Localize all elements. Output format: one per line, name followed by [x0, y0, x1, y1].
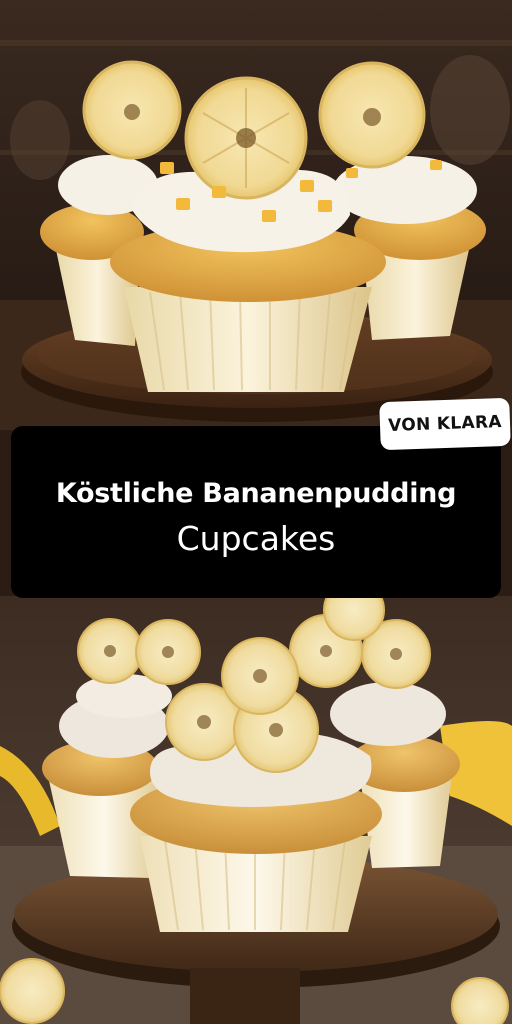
top-cupcake-photo [0, 0, 512, 430]
top-photo-illustration [0, 0, 512, 430]
recipe-subtitle: Cupcakes [176, 518, 336, 558]
bottom-cupcake-photo [0, 596, 512, 1024]
title-card: Köstliche Bananenpudding Cupcakes [11, 426, 501, 598]
author-badge: VON KLARA [379, 397, 511, 451]
recipe-title: Köstliche Bananenpudding [55, 477, 457, 509]
bottom-photo-illustration [0, 596, 512, 1024]
